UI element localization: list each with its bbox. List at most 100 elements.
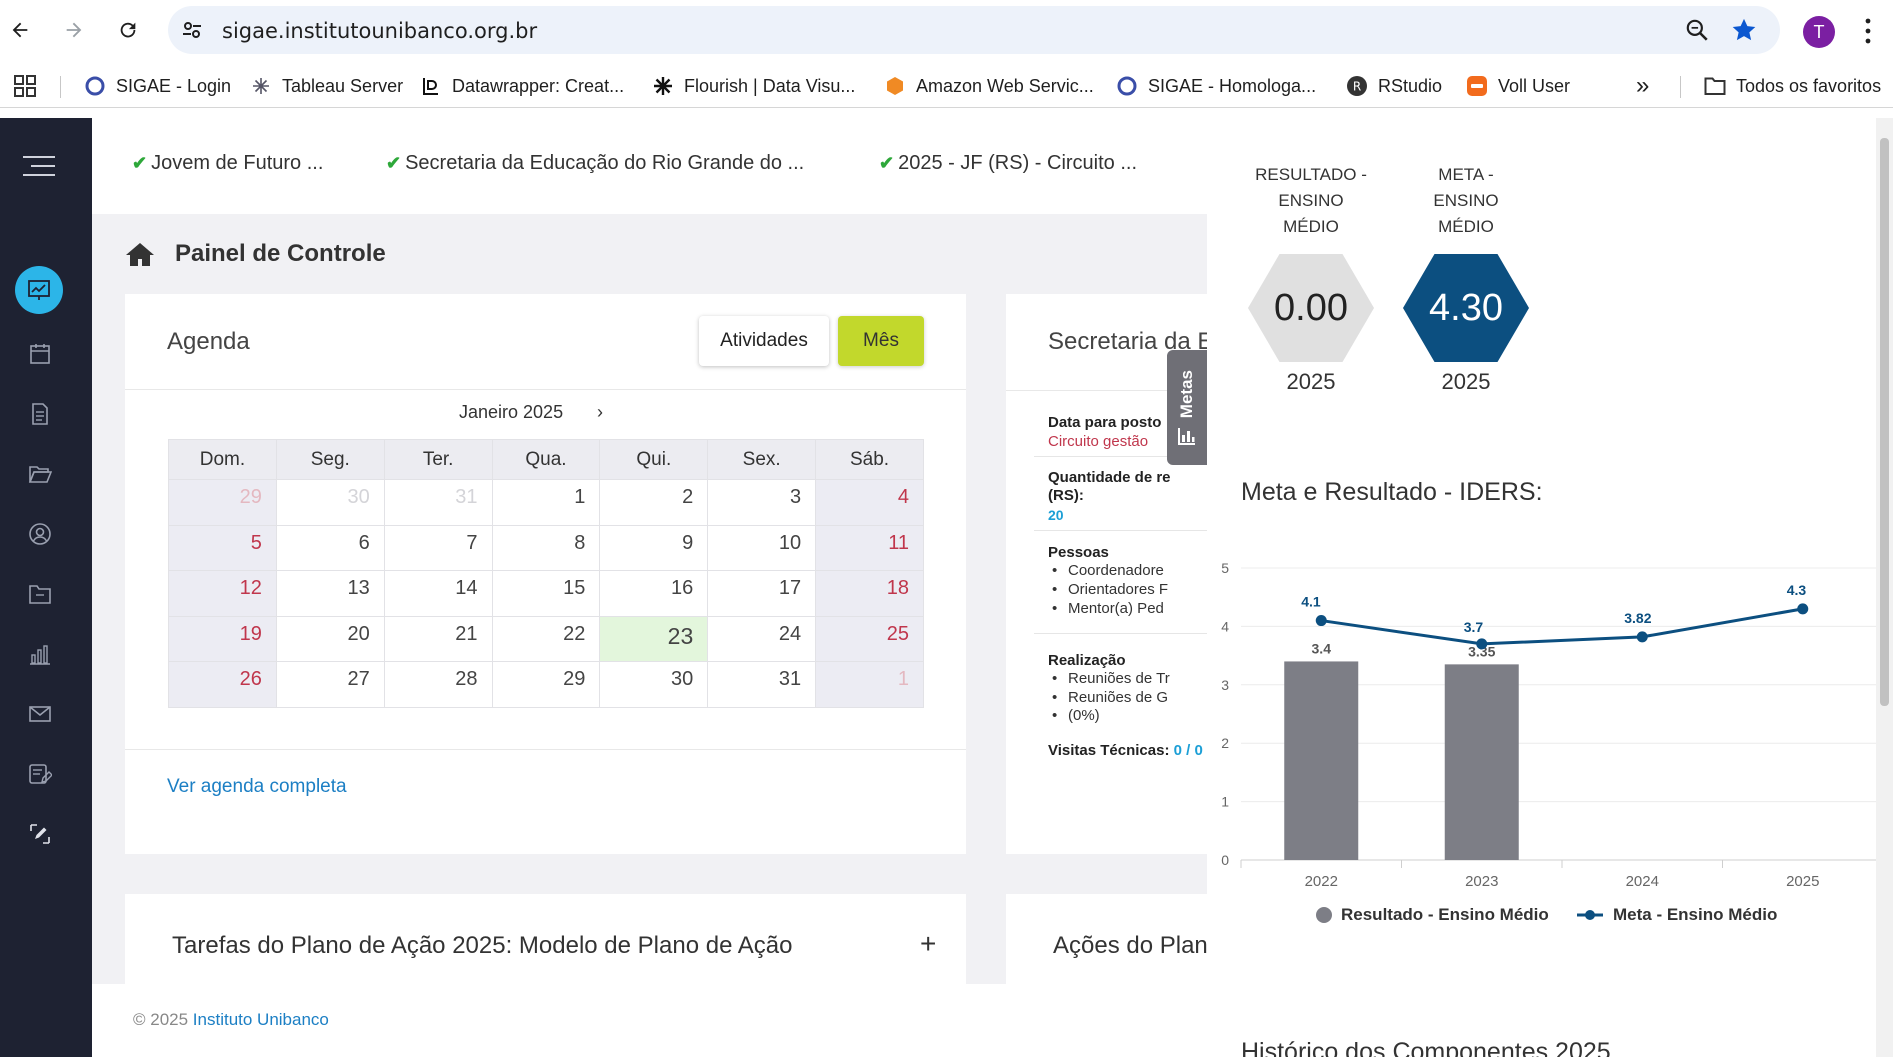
sidebar-item-files[interactable] [26, 460, 54, 488]
calendar-day[interactable]: 30 [599, 661, 709, 708]
calendar-day[interactable]: 21 [383, 615, 493, 663]
calendar-day[interactable]: 1 [815, 661, 924, 708]
sidebar-item-messages[interactable] [26, 700, 54, 728]
x-tick-label: 2023 [1465, 873, 1498, 890]
calendar-day[interactable]: 5 [168, 524, 277, 572]
calendar-day[interactable]: 20 [275, 615, 385, 663]
ver-agenda-completa-link[interactable]: Ver agenda completa [167, 776, 347, 798]
bookmark-sigae-homologacao[interactable]: SIGAE - Homologa... [1116, 73, 1316, 99]
bookmark-label: Datawrapper: Creat... [452, 75, 625, 96]
context-dropdown-program[interactable]: ✔ Jovem de Futuro ... [132, 152, 323, 175]
sidebar-item-reports[interactable] [26, 640, 54, 668]
tarefas-title: Tarefas do Plano de Ação 2025: Modelo de… [172, 932, 793, 959]
agenda-card: Agenda Atividades Mês Janeiro 2025 › Dom… [125, 294, 966, 854]
back-icon[interactable] [2, 12, 38, 48]
realizacao-item: Reuniões de Tr [1052, 670, 1170, 687]
calendar-day[interactable]: 29 [168, 479, 277, 526]
chevron-down-icon: ✔ [132, 153, 148, 173]
calendar-day[interactable]: 29 [491, 661, 601, 708]
bookmark-datawrapper[interactable]: Datawrapper: Creat... [420, 73, 624, 99]
panel-scrollbar[interactable] [1876, 118, 1893, 1057]
home-icon[interactable] [125, 241, 155, 267]
calendar-day[interactable]: 26 [168, 661, 277, 708]
user-circle-icon [29, 523, 51, 545]
calendar-day[interactable]: 11 [815, 524, 924, 572]
forward-icon[interactable] [56, 12, 92, 48]
calendar-day[interactable]: 30 [275, 479, 385, 526]
bookmark-flourish[interactable]: Flourish | Data Visu... [652, 73, 855, 99]
bookmark-tableau-server[interactable]: Tableau Server [250, 73, 403, 99]
next-month-icon[interactable]: › [597, 402, 603, 423]
sidebar-item-profile[interactable] [26, 520, 54, 548]
bookmark-star-icon[interactable] [1730, 16, 1758, 44]
visitas-tecnicas-label: Visitas Técnicas: 0 / 0 [1048, 742, 1203, 759]
calendar-day[interactable]: 13 [275, 570, 385, 617]
context-label: 2025 - JF (RS) - Circuito ... [898, 152, 1138, 174]
datawrapper-logo-icon [420, 75, 442, 97]
quantidade-label: Quantidade de re [1048, 469, 1171, 486]
address-bar[interactable]: sigae.institutounibanco.org.br [168, 6, 1780, 54]
calendar-day-today[interactable]: 23 [599, 615, 709, 663]
label-line: ENSINO [1278, 191, 1344, 210]
calendar-day[interactable]: 7 [383, 524, 493, 572]
calendar-day[interactable]: 22 [491, 615, 601, 663]
bookmarks-separator [1680, 76, 1681, 98]
bookmark-label: Voll User [1498, 75, 1571, 96]
zoom-icon[interactable] [1684, 17, 1710, 43]
y-tick-label: 5 [1221, 560, 1229, 576]
scrollbar-thumb[interactable] [1880, 138, 1889, 706]
bookmark-rstudio[interactable]: R RStudio [1346, 73, 1442, 99]
bookmark-sigae-login[interactable]: SIGAE - Login [84, 73, 231, 99]
apps-grid-icon[interactable] [14, 73, 36, 99]
calendar-day[interactable]: 31 [383, 479, 493, 526]
sidebar-item-calendar[interactable] [26, 340, 54, 368]
calendar-day[interactable]: 9 [599, 524, 709, 572]
calendar-day[interactable]: 25 [815, 615, 924, 663]
calendar-day[interactable]: 8 [491, 524, 601, 572]
sidebar-item-folders[interactable] [26, 580, 54, 608]
calendar-day[interactable]: 27 [275, 661, 385, 708]
url-text[interactable]: sigae.institutounibanco.org.br [222, 19, 537, 43]
calendar-day[interactable]: 15 [491, 570, 601, 617]
calendar-day[interactable]: 31 [707, 661, 817, 708]
sidebar-item-documents[interactable] [26, 400, 54, 428]
all-bookmarks-button[interactable]: Todos os favoritos [1704, 73, 1881, 99]
weekday-header: Dom. [168, 439, 277, 480]
browser-menu-icon[interactable] [1862, 16, 1874, 46]
label-line: META - [1438, 165, 1494, 184]
bookmark-voll-user[interactable]: Voll User [1466, 73, 1570, 99]
calendar-day[interactable]: 24 [707, 615, 817, 663]
calendar-day[interactable]: 6 [275, 524, 385, 572]
reload-icon[interactable] [110, 12, 146, 48]
meta-data-label: 3.7 [1464, 619, 1484, 635]
expand-plus-icon[interactable]: + [920, 928, 936, 960]
calendar-day[interactable]: 18 [815, 570, 924, 617]
calendar-day[interactable]: 28 [383, 661, 493, 708]
calendar-day[interactable]: 16 [599, 570, 709, 617]
calendar-day[interactable]: 1 [491, 479, 601, 526]
sidebar-item-forms[interactable] [26, 760, 54, 788]
calendar-day[interactable]: 2 [599, 479, 709, 526]
calendar-day[interactable]: 12 [168, 570, 277, 617]
profile-avatar[interactable]: T [1803, 16, 1835, 48]
more-bookmarks-button[interactable]: » [1636, 72, 1649, 99]
sidebar-item-tools[interactable] [26, 820, 54, 848]
context-dropdown-secretaria[interactable]: ✔ Secretaria da Educação do Rio Grande d… [386, 152, 804, 175]
menu-toggle-icon[interactable] [20, 152, 58, 180]
context-dropdown-circuito[interactable]: ✔ 2025 - JF (RS) - Circuito ... [879, 152, 1137, 175]
site-settings-icon[interactable] [180, 18, 204, 42]
metas-tab[interactable]: Metas [1167, 350, 1207, 465]
instituto-link[interactable]: Instituto Unibanco [193, 1010, 329, 1029]
calendar-day[interactable]: 3 [707, 479, 817, 526]
bookmark-aws[interactable]: Amazon Web Servic... [884, 73, 1094, 99]
atividades-button[interactable]: Atividades [699, 316, 829, 366]
meta-year: 2025 [1441, 369, 1491, 394]
legend-label-resultado: Resultado - Ensino Médio [1341, 905, 1549, 924]
mes-button[interactable]: Mês [838, 316, 924, 366]
calendar-day[interactable]: 10 [707, 524, 817, 572]
calendar-day[interactable]: 4 [815, 479, 924, 526]
calendar-day[interactable]: 14 [383, 570, 493, 617]
sidebar-item-dashboard[interactable] [15, 266, 63, 314]
calendar-day[interactable]: 19 [168, 615, 277, 663]
calendar-day[interactable]: 17 [707, 570, 817, 617]
